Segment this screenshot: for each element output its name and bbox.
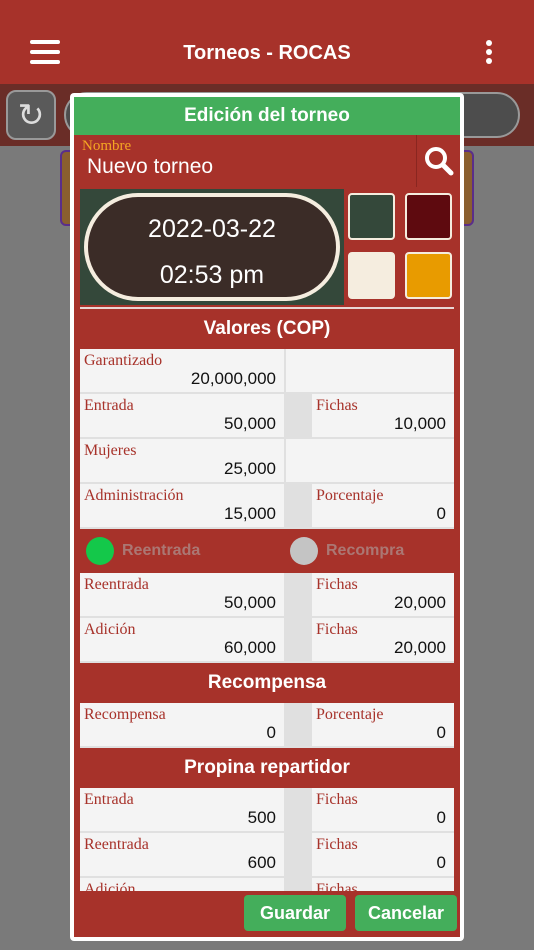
app-bar: Torneos - ROCAS [0, 0, 534, 84]
color-swatch-orange[interactable] [405, 252, 452, 299]
recompensa-porcentaje-field[interactable]: Porcentaje 0 [312, 703, 454, 748]
field-value: 20,000 [394, 638, 446, 657]
table-row: Recompensa 0 Porcentaje 0 [80, 703, 454, 748]
name-label: Nombre [82, 138, 132, 154]
dialog-footer: Guardar Cancelar [74, 891, 460, 937]
reentrada-toggle-label: Reentrada [122, 542, 201, 559]
date-time-pill[interactable]: 2022-03-22 02:53 pm [84, 193, 340, 301]
field-label: Porcentaje [316, 706, 384, 723]
section-title-recompensa: Recompensa [207, 672, 327, 693]
reentrada-grid: Reentrada 50,000 Fichas 20,000 Adición 6… [80, 573, 454, 663]
table-row: Garantizado 20,000,000 [80, 349, 454, 394]
field-value: 500 [247, 808, 276, 827]
field-label: Garantizado [84, 352, 163, 369]
field-label: Adición [84, 621, 136, 638]
field-label: Fichas [316, 791, 358, 808]
field-value: 0 [436, 504, 446, 523]
propina-reentrada-fichas-field[interactable]: Fichas 0 [312, 833, 454, 878]
color-swatch-cream[interactable] [348, 252, 395, 299]
propina-entrada-fichas-field[interactable]: Fichas 0 [312, 788, 454, 833]
field-label: Entrada [84, 397, 134, 414]
adicion-fichas-field[interactable]: Fichas 20,000 [312, 618, 454, 663]
field-value: 600 [247, 853, 276, 872]
propina-entrada-field[interactable]: Entrada 500 [80, 788, 286, 833]
field-label: Fichas [316, 576, 358, 593]
field-label: Entrada [84, 791, 134, 808]
field-value: 25,000 [224, 459, 276, 478]
propina-grid: Entrada 500 Fichas 0 Reentrada 600 Ficha… [80, 788, 454, 895]
reentrada-field[interactable]: Reentrada 50,000 [80, 573, 286, 618]
field-label: Mujeres [84, 442, 137, 459]
field-label: Fichas [316, 836, 358, 853]
recompensa-field[interactable]: Recompensa 0 [80, 703, 286, 748]
field-value: 50,000 [224, 414, 276, 433]
field-label: Recompensa [84, 706, 166, 723]
color-swatch-dark-red[interactable] [405, 193, 452, 240]
more-vert-icon[interactable] [486, 40, 494, 66]
name-field[interactable]: Nombre Nuevo torneo [74, 135, 460, 187]
reentrada-toggle[interactable] [86, 537, 114, 565]
empty-cell [286, 439, 454, 484]
cancel-button[interactable]: Cancelar [355, 895, 457, 931]
section-title-valores: Valores (COP) [203, 318, 331, 339]
recompra-toggle-label: Recompra [326, 542, 405, 559]
table-row: Reentrada 600 Fichas 0 [80, 833, 454, 878]
entrada-field[interactable]: Entrada 50,000 [80, 394, 286, 439]
time-value: 02:53 pm [159, 261, 265, 289]
field-value: 0 [436, 808, 446, 827]
field-label: Reentrada [84, 836, 149, 853]
field-value: 20,000,000 [190, 369, 276, 388]
entrada-fichas-field[interactable]: Fichas 10,000 [312, 394, 454, 439]
field-value: 50,000 [224, 593, 276, 612]
reentrada-fichas-field[interactable]: Fichas 20,000 [312, 573, 454, 618]
field-value: 60,000 [224, 638, 276, 657]
field-value: 0 [436, 723, 446, 742]
date-time-picker[interactable]: 2022-03-22 02:53 pm [80, 189, 344, 305]
refresh-icon[interactable]: ↻ [6, 90, 56, 140]
field-value: 15,000 [224, 504, 276, 523]
field-value: 20,000 [394, 593, 446, 612]
field-value: 0 [266, 723, 276, 742]
dialog-title: Edición del torneo [74, 97, 460, 135]
search-icon[interactable] [416, 135, 460, 187]
recompra-toggle[interactable] [290, 537, 318, 565]
administracion-field[interactable]: Administración 15,000 [80, 484, 286, 529]
porcentaje-field[interactable]: Porcentaje 0 [312, 484, 454, 529]
field-label: Porcentaje [316, 487, 384, 504]
valores-grid: Garantizado 20,000,000 Entrada 50,000 Fi… [80, 349, 454, 529]
table-row: Adición 60,000 Fichas 20,000 [80, 618, 454, 663]
section-title-propina: Propina repartidor [184, 757, 350, 778]
dialog-body: Edición del torneo Nombre Nuevo torneo 2… [74, 97, 460, 937]
field-label: Administración [84, 487, 184, 504]
save-button[interactable]: Guardar [244, 895, 346, 931]
app-title: Torneos - ROCAS [183, 42, 351, 64]
dialog-scroll-area[interactable]: Valores (COP) Garantizado 20,000,000 Ent… [74, 307, 460, 895]
mujeres-field[interactable]: Mujeres 25,000 [80, 439, 286, 484]
recompensa-grid: Recompensa 0 Porcentaje 0 [80, 703, 454, 748]
table-row: Entrada 500 Fichas 0 [80, 788, 454, 833]
name-input[interactable]: Nuevo torneo [87, 155, 213, 179]
adicion-field[interactable]: Adición 60,000 [80, 618, 286, 663]
field-label: Fichas [316, 621, 358, 638]
color-swatch-dark-green[interactable] [348, 193, 395, 240]
table-row: Mujeres 25,000 [80, 439, 454, 484]
reentry-options: Reentrada Recompra [80, 529, 454, 573]
tournament-edit-dialog: Edición del torneo Nombre Nuevo torneo 2… [70, 93, 464, 941]
field-label: Fichas [316, 397, 358, 414]
propina-reentrada-field[interactable]: Reentrada 600 [80, 833, 286, 878]
table-row: Entrada 50,000 Fichas 10,000 [80, 394, 454, 439]
field-label: Reentrada [84, 576, 149, 593]
date-value: 2022-03-22 [148, 215, 276, 243]
empty-cell [286, 349, 454, 394]
field-value: 10,000 [394, 414, 446, 433]
table-row: Administración 15,000 Porcentaje 0 [80, 484, 454, 529]
garantizado-field[interactable]: Garantizado 20,000,000 [80, 349, 286, 394]
field-value: 0 [436, 853, 446, 872]
table-row: Reentrada 50,000 Fichas 20,000 [80, 573, 454, 618]
